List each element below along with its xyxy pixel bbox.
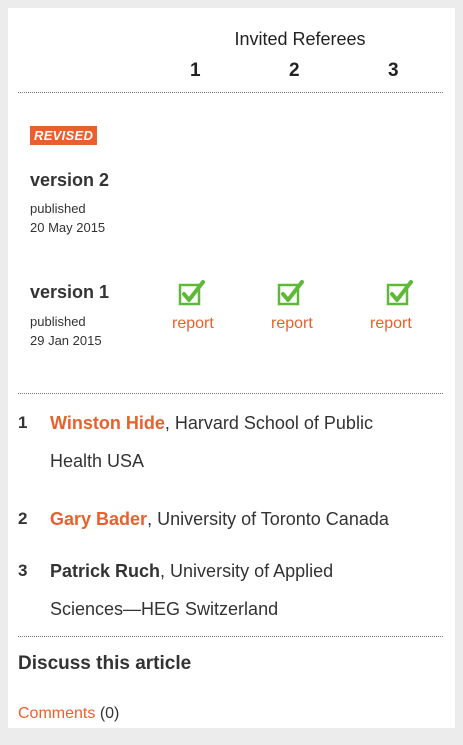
referee-list-number: 2 [18,509,28,528]
referee-number-3: 3 [388,60,399,81]
divider [18,393,443,394]
referee-name-link[interactable]: Winston Hide [50,413,165,433]
version-1-published: published [30,314,86,329]
discuss-heading: Discuss this article [18,653,192,674]
version-1-date: 29 Jan 2015 [30,333,102,348]
report-link-3[interactable]: report [370,315,412,333]
check-box-icon [277,280,304,306]
report-link-2[interactable]: report [271,315,313,333]
report-link-1[interactable]: report [172,315,214,333]
version-2-date: 20 May 2015 [30,220,106,235]
referee-1-affiliation-cont: Health USA [50,451,145,471]
referee-affiliation: , University of Applied [160,561,334,581]
version-1-label[interactable]: version 1 [30,282,109,303]
version-2-label[interactable]: version 2 [30,170,109,191]
revised-badge: REVISED [30,126,98,145]
referee-3-affiliation-cont: Sciences—HEG Switzerland [50,599,279,619]
referee-affiliation: , Harvard School of Public [164,413,373,433]
check-box-icon [386,280,413,306]
invited-referees-heading: Invited Referees [234,29,366,49]
divider [18,92,443,93]
divider [18,636,443,637]
comments-count: (0) [99,705,120,722]
referee-list-number: 3 [18,561,28,580]
referee-1-entry: Winston Hide, Harvard School of Public [50,404,450,442]
referee-name: Patrick Ruch [50,561,161,581]
referee-list-number: 1 [18,413,28,432]
referee-affiliation: , University of Toronto Canada [147,509,389,529]
referee-3-entry: Patrick Ruch, University of Applied [50,552,450,590]
comments-link[interactable]: Comments [18,705,95,722]
referee-number-1: 1 [190,60,201,81]
check-box-icon [178,280,205,306]
referee-number-2: 2 [289,60,300,81]
referee-name-link[interactable]: Gary Bader [50,509,147,529]
version-2-published: published [30,201,86,216]
comments-row: Comments (0) [18,705,119,723]
referee-2-entry: Gary Bader, University of Toronto Canada [50,500,460,538]
